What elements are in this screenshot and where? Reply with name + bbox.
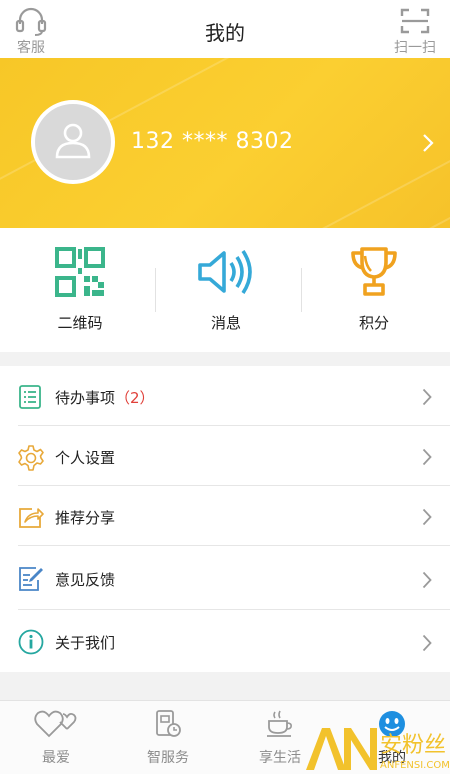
user-icon [55,123,91,159]
hearts-icon [34,709,78,743]
page-title: 我的 [205,21,245,45]
trophy-icon [348,246,400,302]
nav-favorites[interactable]: 最爱 [0,701,112,774]
decor-stripe [174,109,450,228]
todo-label: 待办事项 [55,389,116,407]
menu-item-about[interactable]: 关于我们 [0,610,450,672]
scan-button[interactable]: 扫一扫 [390,4,440,56]
checklist-icon [18,385,42,413]
menu-item-label: 待办事项（2） [55,387,155,408]
nav-favorites-label: 最爱 [42,750,70,766]
coffee-icon [265,709,295,743]
chevron-right-icon [422,133,434,157]
app-screen: 客服 我的 扫一扫 132 **** 8302 二维码 消息 积分 待办事项（2… [0,0,450,774]
profile-header[interactable]: 132 **** 8302 [0,58,450,228]
top-bar: 客服 我的 扫一扫 [0,0,450,58]
nav-service[interactable]: 智服务 [112,701,224,774]
messages-button[interactable]: 消息 [151,228,301,352]
feedback-label: 意见反馈 [55,571,116,589]
service-icon [153,709,183,743]
about-label: 关于我们 [55,634,116,652]
watermark: 安粉丝 ANFENSI.COM [304,722,450,774]
watermark-cn: 安粉丝 [380,733,446,758]
qr-code-label: 二维码 [57,314,103,332]
nav-service-label: 智服务 [147,750,189,766]
phone-number: 132 **** 8302 [131,129,294,154]
menu-item-feedback[interactable]: 意见反馈 [0,546,450,610]
menu-item-settings[interactable]: 个人设置 [0,426,450,486]
todo-count-badge: （2） [115,389,155,407]
share-label: 推荐分享 [55,509,116,527]
watermark-domain: ANFENSI.COM [380,760,450,771]
points-label: 积分 [358,314,389,332]
share-icon [18,505,44,533]
gear-icon [18,445,44,475]
avatar[interactable] [31,100,115,184]
scan-icon [390,6,440,36]
menu-item-todo[interactable]: 待办事项（2） [0,366,450,426]
qr-code-icon [54,246,106,302]
feedback-icon [18,566,44,596]
quick-actions: 二维码 消息 积分 [0,228,450,352]
chevron-right-icon [422,448,432,470]
messages-label: 消息 [210,314,241,332]
qr-code-button[interactable]: 二维码 [5,228,155,352]
chevron-right-icon [422,388,432,410]
chevron-right-icon [422,571,432,593]
info-icon [18,629,44,659]
chevron-right-icon [422,508,432,530]
points-button[interactable]: 积分 [299,228,449,352]
speaker-icon [196,246,256,302]
menu-list: 待办事项（2） 个人设置 推荐分享 意见反馈 关于我们 [0,366,450,672]
chevron-right-icon [422,634,432,656]
menu-item-share[interactable]: 推荐分享 [0,486,450,546]
scan-label: 扫一扫 [394,40,436,56]
settings-label: 个人设置 [55,449,116,467]
